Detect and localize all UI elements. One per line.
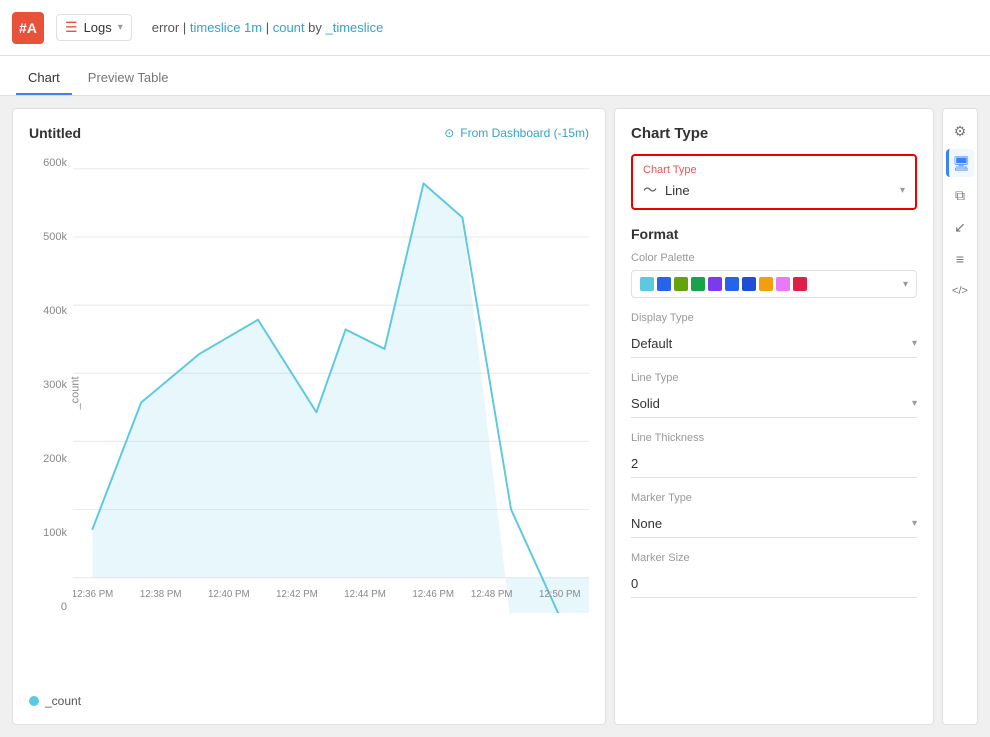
side-icons-panel: ⚙ 🖥 ⧉ ↙ ≡ </>	[942, 108, 978, 725]
color-dot-9	[776, 277, 790, 291]
format-title: Format	[631, 226, 917, 242]
color-palette-row[interactable]: ▾	[631, 270, 917, 298]
y-tick: 600k	[29, 157, 67, 169]
color-dot-10	[793, 277, 807, 291]
query-count: count	[273, 20, 305, 35]
y-tick: 300k	[29, 379, 67, 391]
tab-chart[interactable]: Chart	[16, 62, 72, 95]
legend-label: _count	[45, 694, 81, 708]
marker-type-group: Marker Type None ▾	[631, 492, 917, 538]
display-type-group: Display Type Default ▾	[631, 312, 917, 358]
code-icon[interactable]: </>	[946, 277, 974, 305]
display-type-dropdown[interactable]: Default ▾	[631, 330, 917, 358]
marker-size-label: Marker Size	[631, 552, 917, 564]
svg-text:12:48 PM: 12:48 PM	[471, 589, 513, 600]
color-dot-4	[691, 277, 705, 291]
chart-type-select-left: 〜 Line	[643, 180, 690, 200]
color-dot-2	[657, 277, 671, 291]
color-dot-6	[725, 277, 739, 291]
color-palette-group: Color Palette	[631, 252, 917, 298]
line-type-dropdown[interactable]: Solid ▾	[631, 390, 917, 418]
line-type-group: Line Type Solid ▾	[631, 372, 917, 418]
chart-panel: Untitled ⊙ From Dashboard (-15m) 600k 50…	[12, 108, 606, 725]
arrow-icon[interactable]: ↙	[946, 213, 974, 241]
y-tick: 100k	[29, 527, 67, 539]
chart-type-field-label: Chart Type	[643, 164, 905, 176]
svg-text:12:38 PM: 12:38 PM	[140, 589, 182, 600]
color-dot-5	[708, 277, 722, 291]
panels-row: Untitled ⊙ From Dashboard (-15m) 600k 50…	[12, 108, 978, 725]
marker-type-arrow: ▾	[912, 518, 917, 529]
y-axis: 600k 500k 400k 300k 200k 100k 0	[29, 153, 73, 633]
logs-dropdown-arrow: ▾	[118, 22, 123, 33]
query-timeslice-field: _timeslice	[326, 20, 384, 35]
line-type-label: Line Type	[631, 372, 917, 384]
query-text: error | timeslice 1m | count by _timesli…	[152, 20, 384, 35]
chart-legend: _count	[29, 686, 589, 708]
chart-type-dropdown-arrow: ▾	[900, 185, 905, 196]
logs-icon: ☰	[65, 19, 78, 36]
chart-type-select-row[interactable]: 〜 Line ▾	[643, 180, 905, 200]
y-tick: 0	[29, 601, 67, 613]
color-dot-8	[759, 277, 773, 291]
y-tick: 500k	[29, 231, 67, 243]
right-panel: Chart Type Chart Type 〜 Line ▾ Format	[614, 108, 934, 725]
format-section: Format Color Palette	[631, 226, 917, 612]
y-axis-label: _count	[70, 376, 82, 409]
legend-dot	[29, 696, 39, 706]
marker-size-value[interactable]: 0	[631, 570, 917, 598]
line-thickness-group: Line Thickness 2	[631, 432, 917, 478]
svg-text:12:46 PM: 12:46 PM	[412, 589, 454, 600]
svg-text:12:36 PM: 12:36 PM	[73, 589, 113, 600]
tab-bar: Chart Preview Table	[0, 56, 990, 96]
display-type-label: Display Type	[631, 312, 917, 324]
y-tick: 400k	[29, 305, 67, 317]
time-label: From Dashboard (-15m)	[460, 126, 589, 140]
color-dot-3	[674, 277, 688, 291]
svg-text:12:40 PM: 12:40 PM	[208, 589, 250, 600]
copy-icon[interactable]: ⧉	[946, 181, 974, 209]
color-palette-arrow: ▾	[903, 279, 908, 290]
chart-type-box[interactable]: Chart Type 〜 Line ▾	[631, 154, 917, 210]
color-dot-7	[742, 277, 756, 291]
logs-label: Logs	[84, 20, 112, 35]
color-dot-1	[640, 277, 654, 291]
line-type-value: Solid	[631, 396, 660, 411]
top-bar: #A ☰ Logs ▾ error | timeslice 1m | count…	[0, 0, 990, 56]
logs-selector[interactable]: ☰ Logs ▾	[56, 14, 132, 41]
svg-text:12:50 PM: 12:50 PM	[539, 589, 581, 600]
chart-type-value: Line	[665, 183, 690, 198]
line-chart-svg: 12:36 PM 12:38 PM 12:40 PM 12:42 PM 12:4…	[73, 153, 589, 613]
display-icon[interactable]: 🖥	[946, 149, 974, 177]
chart-header: Untitled ⊙ From Dashboard (-15m)	[29, 125, 589, 141]
list-icon[interactable]: ≡	[946, 245, 974, 273]
line-type-arrow: ▾	[912, 398, 917, 409]
chart-area: 600k 500k 400k 300k 200k 100k 0 _count	[29, 153, 589, 678]
tab-preview-table[interactable]: Preview Table	[76, 62, 181, 95]
marker-type-dropdown[interactable]: None ▾	[631, 510, 917, 538]
chart-svg-container: _count	[73, 153, 589, 633]
main-content: Untitled ⊙ From Dashboard (-15m) 600k 50…	[0, 96, 990, 737]
y-tick: 200k	[29, 453, 67, 465]
line-thickness-label: Line Thickness	[631, 432, 917, 444]
line-chart-icon: 〜	[643, 180, 657, 200]
chart-title: Untitled	[29, 125, 81, 141]
chart-time-info: ⊙ From Dashboard (-15m)	[444, 126, 589, 140]
marker-size-group: Marker Size 0	[631, 552, 917, 598]
clock-icon: ⊙	[444, 126, 454, 140]
display-type-arrow: ▾	[912, 338, 917, 349]
line-thickness-value[interactable]: 2	[631, 450, 917, 478]
settings-icon[interactable]: ⚙	[946, 117, 974, 145]
query-timeslice: timeslice 1m	[190, 20, 262, 35]
marker-type-value: None	[631, 516, 662, 531]
color-dots	[640, 277, 807, 291]
svg-text:12:44 PM: 12:44 PM	[344, 589, 386, 600]
marker-type-label: Marker Type	[631, 492, 917, 504]
color-palette-label: Color Palette	[631, 252, 917, 264]
chart-type-section-title: Chart Type	[631, 125, 917, 142]
hash-badge: #A	[12, 12, 44, 44]
svg-text:12:42 PM: 12:42 PM	[276, 589, 318, 600]
display-type-value: Default	[631, 336, 672, 351]
